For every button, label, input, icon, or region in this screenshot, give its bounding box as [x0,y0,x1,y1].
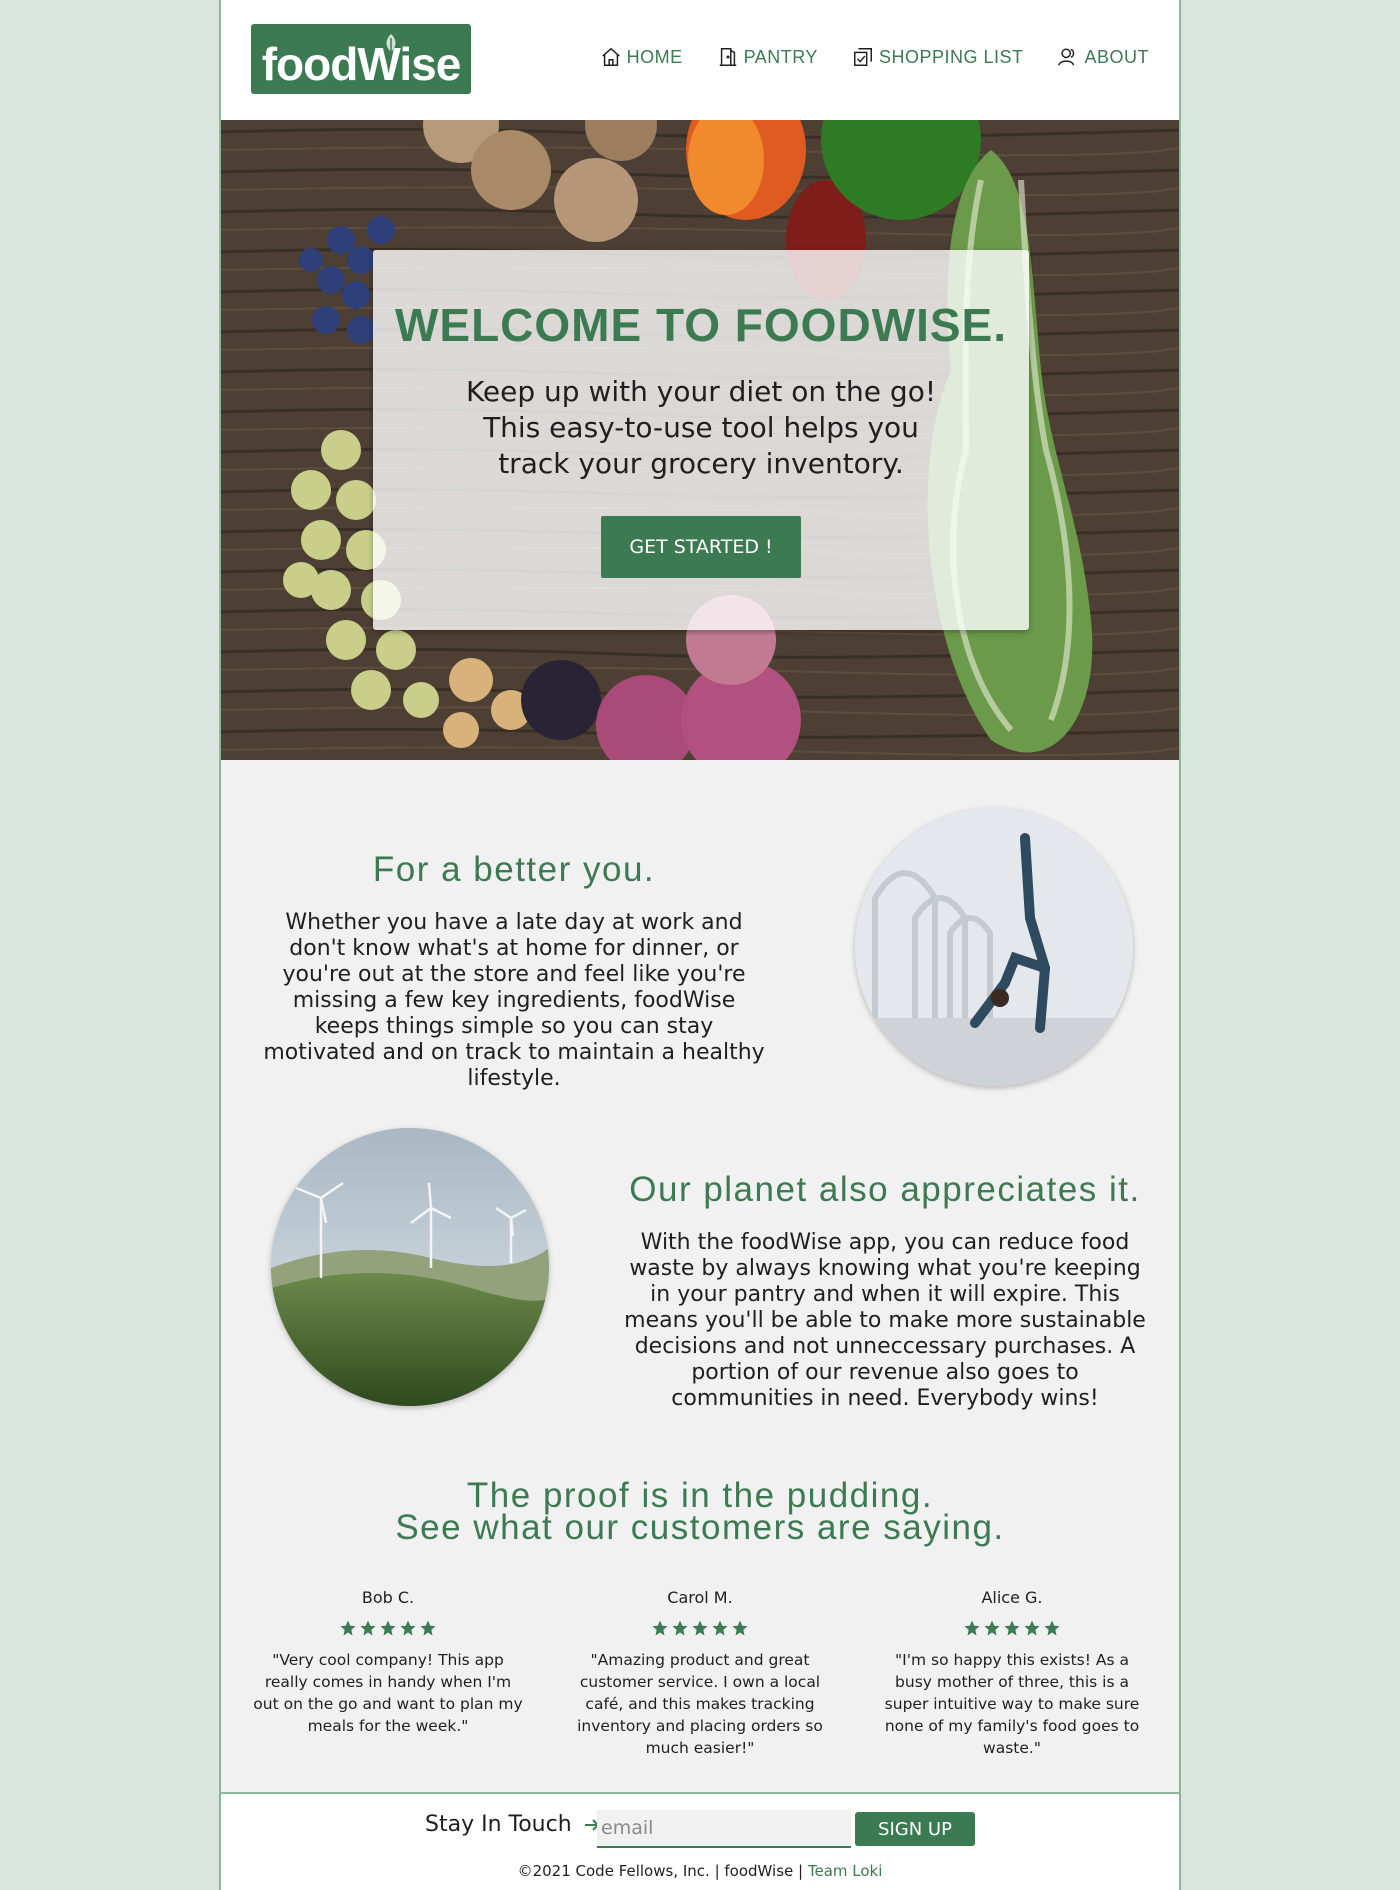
door-icon [719,48,736,66]
page-container: foodWise HOME PANTRY SHOPPING LIST ABOUT [219,0,1181,1890]
foodwise-logo[interactable]: foodWise [251,24,471,94]
nav-home[interactable]: HOME [600,46,683,68]
checklist-icon [853,48,872,66]
main-nav: HOME PANTRY SHOPPING LIST ABOUT [600,46,1149,68]
star-icon [732,1620,748,1636]
logo-text: foodWise [261,38,462,90]
review-quote: "Very cool company! This app really come… [253,1651,523,1735]
copyright-text: ©2021 Code Fellows, Inc. | foodWise | [517,1862,808,1880]
star-icon [420,1620,436,1636]
planet-section: Our planet also appreciates it. With the… [621,1170,1149,1412]
star-icon [360,1620,376,1636]
proof-title-line2: See what our customers are saying. [395,1508,1005,1547]
better-you-title: For a better you. [372,850,656,889]
hero-title: WELCOME TO FOODWISE. [394,299,1008,351]
star-icon [1004,1620,1020,1636]
star-icon [1024,1620,1040,1636]
review-quote: "Amazing product and great customer serv… [577,1651,823,1757]
home-icon [601,47,620,66]
hero-card: WELCOME TO FOODWISE. Keep up with your d… [373,250,1029,630]
stay-in-touch-label: Stay In Touch [425,1812,572,1837]
reviewer-name: Carol M. [667,1588,733,1607]
nav-pantry-label: PANTRY [743,46,818,67]
star-icon [400,1620,416,1636]
nav-shopping-list[interactable]: SHOPPING LIST [852,46,1024,68]
nav-home-label: HOME [626,46,683,67]
team-loki-link[interactable]: Team Loki [808,1862,883,1880]
star-icon [692,1620,708,1636]
star-icon [712,1620,728,1636]
site-header: foodWise HOME PANTRY SHOPPING LIST ABOUT [221,0,1179,120]
sign-up-button[interactable]: SIGN UP [855,1812,975,1846]
nav-shopping-list-label: SHOPPING LIST [878,46,1024,67]
star-icon [964,1620,980,1636]
star-icon [672,1620,688,1636]
review-card: Bob C. "Very cool company! This app real… [253,1588,523,1737]
nav-pantry[interactable]: PANTRY [717,46,818,68]
testimonials-heading: The proof is in the pudding. See what ou… [221,1478,1179,1547]
star-rating [253,1619,523,1637]
email-input[interactable] [597,1810,851,1848]
star-icon [340,1620,356,1636]
reviewer-name: Bob C. [361,1588,415,1607]
reviewer-name: Alice G. [981,1588,1043,1607]
hero-banner: WELCOME TO FOODWISE. Keep up with your d… [221,120,1179,760]
review-card: Alice G. "I'm so happy this exists! As a… [877,1588,1147,1759]
stay-in-touch: Stay In Touch [425,1812,602,1837]
review-quote: "I'm so happy this exists! As a busy mot… [884,1651,1140,1757]
star-icon [380,1620,396,1636]
better-you-text: Whether you have a late day at work and … [263,910,765,1091]
get-started-button[interactable]: GET STARTED ! [601,516,801,578]
star-icon [1044,1620,1060,1636]
star-rating [877,1619,1147,1637]
hero-subtitle: Keep up with your diet on the go! This e… [465,375,937,480]
people-icon [1058,48,1075,66]
star-icon [652,1620,668,1636]
planet-title: Our planet also appreciates it. [629,1170,1141,1209]
planet-text: With the foodWise app, you can reduce fo… [624,1230,1146,1411]
copyright: ©2021 Code Fellows, Inc. | foodWise | Te… [221,1862,1179,1880]
nav-about-label: ABOUT [1084,46,1149,67]
wind-farm-photo [271,1128,549,1406]
yoga-photo [855,808,1133,1086]
better-you-section: For a better you. Whether you have a lat… [259,850,769,1092]
review-card: Carol M. "Amazing product and great cust… [565,1588,835,1759]
site-footer: Stay In Touch SIGN UP ©2021 Code Fellows… [221,1792,1179,1890]
nav-about[interactable]: ABOUT [1057,46,1149,68]
star-rating [565,1619,835,1637]
leaf-icon [386,34,396,54]
star-icon [984,1620,1000,1636]
